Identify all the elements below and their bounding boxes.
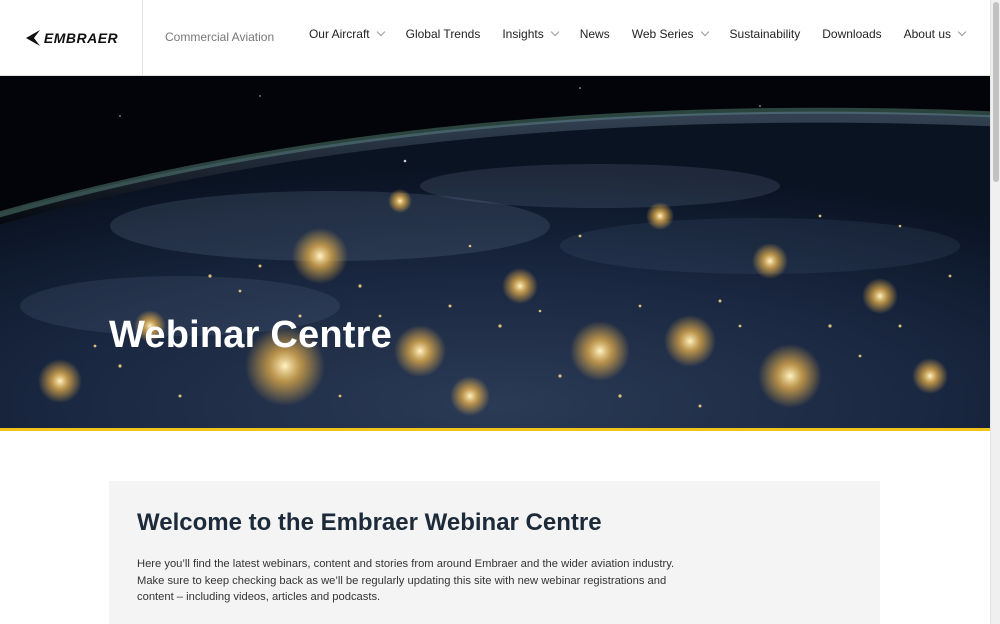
hero-banner: Webinar Centre [0, 76, 990, 428]
division-label[interactable]: Commercial Aviation [165, 30, 274, 44]
nav-item-sustainability[interactable]: Sustainability [730, 27, 801, 41]
nav-item-insights[interactable]: Insights [502, 27, 559, 41]
embraer-logo[interactable]: EMBRAER [24, 29, 118, 47]
nav-item-label: Insights [502, 27, 544, 41]
chevron-down-icon [700, 27, 709, 37]
nav-item-global-trends[interactable]: Global Trends [406, 27, 481, 41]
logo-container[interactable]: EMBRAER [0, 0, 143, 76]
nav-item-label: News [579, 27, 610, 41]
chevron-down-icon [376, 27, 385, 37]
nav-item-news[interactable]: News [580, 27, 610, 41]
page-scrollbar[interactable] [990, 0, 1000, 624]
earth-at-night-image [0, 76, 990, 428]
embraer-wing-icon [25, 30, 40, 46]
chevron-down-icon [957, 27, 967, 37]
chevron-down-icon [550, 27, 559, 37]
main-nav: Our Aircraft Global Trends Insights News… [308, 27, 967, 41]
nav-item-label: Sustainability [729, 27, 801, 41]
welcome-text: Here you’ll find the latest webinars, co… [137, 558, 675, 604]
logo-text: EMBRAER [43, 30, 119, 46]
nav-item-label: Global Trends [405, 27, 481, 41]
nav-item-label: Downloads [822, 27, 882, 41]
nav-item-label: Web Series [631, 27, 694, 41]
hero-accent-stripe [0, 428, 990, 431]
page-title: Webinar Centre [109, 314, 392, 356]
scrollbar-thumb[interactable] [993, 2, 999, 182]
site-header: EMBRAER Commercial Aviation Our Aircraft… [0, 0, 990, 76]
nav-item-web-series[interactable]: Web Series [631, 27, 709, 41]
nav-item-our-aircraft[interactable]: Our Aircraft [308, 27, 385, 41]
welcome-card: Welcome to the Embraer Webinar Centre He… [109, 481, 880, 624]
welcome-heading: Welcome to the Embraer Webinar Centre [137, 509, 602, 536]
nav-item-label: About us [903, 27, 951, 41]
nav-item-label: Our Aircraft [308, 27, 370, 41]
nav-item-about-us[interactable]: About us [903, 27, 967, 41]
nav-item-downloads[interactable]: Downloads [822, 27, 881, 41]
